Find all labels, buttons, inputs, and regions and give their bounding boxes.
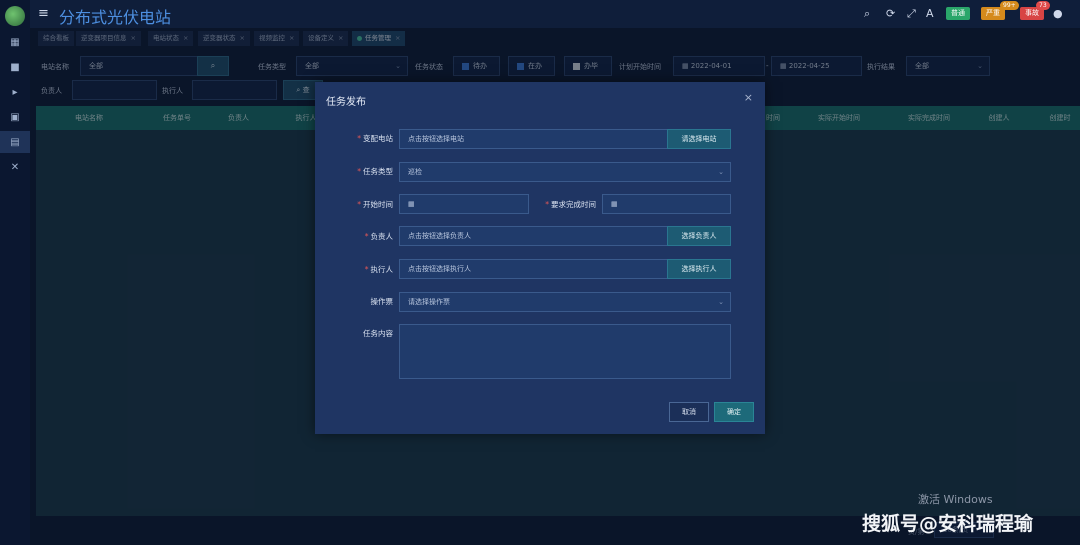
close-icon[interactable]: × <box>744 91 753 104</box>
task-publish-dialog: 任务发布 × * 变配电站 点击按钮选择电站 请选择电站 * 任务类型 巡检 ⌄ * 开… <box>315 82 765 434</box>
select-station-button[interactable]: 请选择电站 <box>667 129 731 149</box>
refresh-icon[interactable]: ⟳ <box>886 7 895 20</box>
owner-field-input[interactable]: 点击按钮选择负责人 <box>399 226 669 246</box>
start-time-input[interactable]: ▦ <box>399 194 529 214</box>
alarm-normal-badge[interactable]: 普通 <box>946 7 970 20</box>
sohu-watermark: 搜狐号@安科瑞程瑜 <box>862 513 1034 535</box>
select-owner-button[interactable]: 选择负责人 <box>667 226 731 246</box>
station-field-input[interactable]: 点击按钮选择电站 <box>399 129 669 149</box>
task-type-select[interactable]: 巡检 ⌄ <box>399 162 731 182</box>
chevron-down-icon: ⌄ <box>718 298 724 306</box>
grid-icon[interactable]: ▦ <box>0 31 30 53</box>
due-time-label: * 要求完成时间 <box>545 200 596 209</box>
logo-icon <box>5 6 25 26</box>
chevron-down-icon: ⌄ <box>718 168 724 176</box>
font-size-icon[interactable]: A <box>926 7 934 20</box>
header: ≡ 分布式光伏电站 ⌕ ⟳ ⤢ A 普通 严重 99+ 事故 73 ● <box>30 0 1080 28</box>
alarm-severe-count: 99+ <box>1000 1 1019 10</box>
start-time-label: * 开始时间 <box>357 200 393 209</box>
windows-activation-watermark: 激活 Windows <box>918 493 993 506</box>
calendar-icon: ▦ <box>408 200 415 208</box>
select-executor-button[interactable]: 选择执行人 <box>667 259 731 279</box>
due-time-input[interactable]: ▦ <box>602 194 731 214</box>
folder-icon[interactable]: ■ <box>0 56 30 78</box>
sidebar: ▦ ■ ▸ ▣ ▤ ✕ <box>0 0 30 545</box>
task-icon[interactable]: ▤ <box>0 131 30 153</box>
task-type-field-label: * 任务类型 <box>357 167 393 176</box>
video-camera-icon[interactable]: ▸ <box>0 81 30 103</box>
executor-field-input[interactable]: 点击按钮选择执行人 <box>399 259 669 279</box>
content-field-label: 任务内容 <box>363 329 393 338</box>
confirm-button[interactable]: 确定 <box>714 402 754 422</box>
calendar-icon: ▦ <box>611 200 618 208</box>
content-textarea[interactable] <box>399 324 731 379</box>
owner-field-label: * 负责人 <box>364 232 393 241</box>
search-icon[interactable]: ⌕ <box>864 7 870 21</box>
monitor-icon[interactable]: ▣ <box>0 106 30 128</box>
app-title: 分布式光伏电站 <box>59 8 172 27</box>
ticket-select[interactable]: 请选择操作票 ⌄ <box>399 292 731 312</box>
hamburger-menu-icon[interactable]: ≡ <box>38 6 49 21</box>
executor-field-label: * 执行人 <box>364 265 393 274</box>
user-icon[interactable]: ● <box>1053 7 1063 20</box>
cancel-button[interactable]: 取消 <box>669 402 709 422</box>
tools-icon[interactable]: ✕ <box>0 156 30 178</box>
dialog-title: 任务发布 <box>326 97 366 108</box>
alarm-accident-count: 73 <box>1036 1 1050 10</box>
ticket-field-label: 操作票 <box>370 297 394 306</box>
fullscreen-icon[interactable]: ⤢ <box>907 7 916 21</box>
station-field-label: * 变配电站 <box>357 134 393 143</box>
